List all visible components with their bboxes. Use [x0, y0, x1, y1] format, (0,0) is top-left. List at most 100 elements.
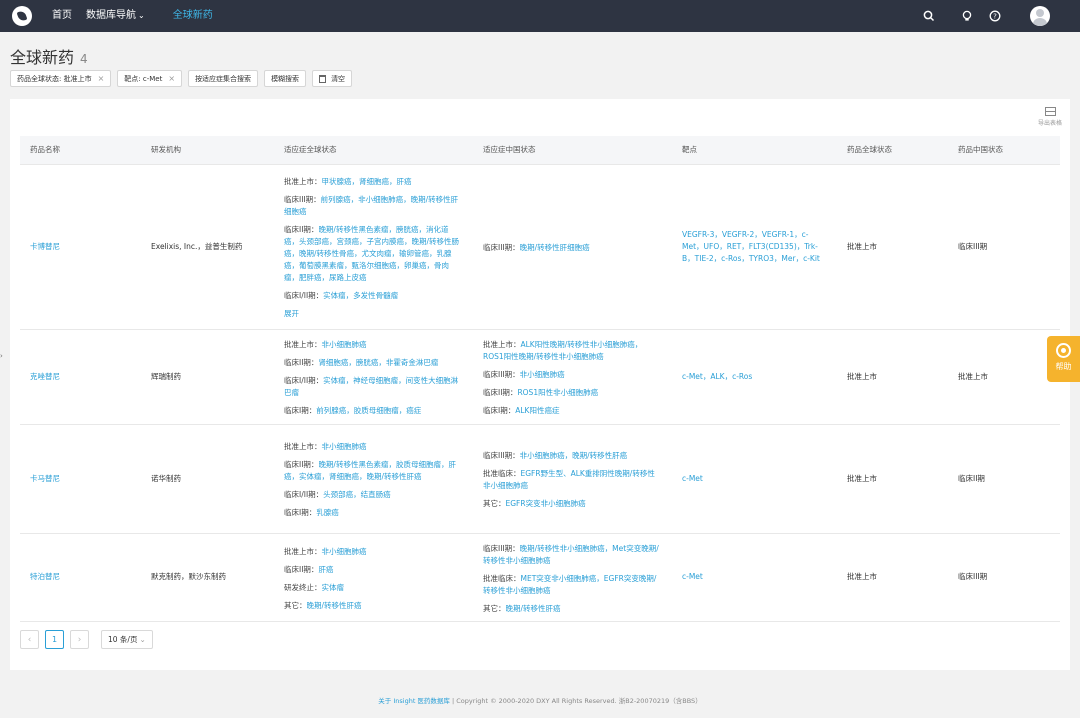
indication-link[interactable]: 非小细胞肺癌	[322, 442, 367, 451]
indication-link[interactable]: 实体瘤，多发性骨髓瘤	[323, 291, 398, 300]
avatar[interactable]	[1030, 6, 1050, 26]
indication-link[interactable]: 实体瘤	[322, 583, 345, 592]
indication-link[interactable]: 晚期/转移性肝细胞癌	[520, 243, 590, 252]
column-header[interactable]: 药品名称	[20, 136, 141, 165]
page-size-select[interactable]: 10 条/页 ⌄	[101, 630, 153, 649]
help-label: 帮助	[1055, 362, 1072, 371]
indication-link[interactable]: 头颈部癌，结直肠癌	[323, 490, 391, 499]
column-header[interactable]: 适应症全球状态	[274, 136, 473, 165]
status-entry: 临床II期：晚期/转移性黑色素瘤，胶质母细胞瘤，肝癌，实体瘤，肾细胞癌，晚期/转…	[284, 460, 456, 481]
prev-page-button[interactable]: ‹	[20, 630, 39, 649]
drug-name-link[interactable]: 特泊替尼	[30, 572, 60, 581]
results-card: 导出表格 药品名称 研发机构 适应症全球状态 适应症中国状态 靶点 药品全球状态…	[10, 99, 1070, 670]
indication-link[interactable]: ROS1阳性非小细胞肺癌	[517, 388, 598, 397]
pagination: ‹ 1 › 10 条/页 ⌄	[20, 630, 153, 649]
indication-link[interactable]: 乳腺癌	[316, 508, 339, 517]
filter-chip-label: 药品全球状态: 批准上市	[17, 74, 92, 83]
research-org: 诺华制药	[141, 424, 274, 534]
nav-db-navigation[interactable]: 数据库导航 ⌄	[86, 0, 145, 32]
target-links[interactable]: c-Met，ALK，c-Ros	[682, 372, 752, 381]
filter-bar: 药品全球状态: 批准上市 × 靶点: c-Met × 按适应症集合搜索 模糊搜索…	[10, 70, 358, 87]
nav-db-navigation-label: 数据库导航	[86, 10, 136, 21]
indication-link[interactable]: 非小细胞肺癌，晚期/转移性肝癌	[520, 451, 628, 460]
clear-button[interactable]: 清空	[312, 70, 353, 87]
indication-link[interactable]: 非小细胞肺癌	[322, 547, 367, 556]
table-row: 克唑替尼 辉瑞制药 批准上市：非小细胞肺癌 临床II期：肾细胞癌，膀胱癌，非霍奇…	[20, 329, 1060, 425]
china-status: 临床III期	[948, 164, 1060, 330]
chevron-down-icon: ⌄	[138, 11, 145, 20]
indication-link[interactable]: EGFR突变非小细胞肺癌	[506, 499, 586, 508]
status-entry: 其它：晚期/转移性肝癌	[284, 600, 362, 610]
indication-link[interactable]: 晚期/转移性肝癌	[307, 601, 362, 610]
status-entry: 批准上市：ALK阳性晚期/转移性非小细胞肺癌，ROS1阳性晚期/转移性非小细胞肺…	[483, 340, 643, 361]
status-entry: 批准临床：MET突变非小细胞肺癌，EGFR突变晚期/转移性非小细胞肺癌	[483, 573, 657, 595]
export-table-label: 导出表格	[1037, 120, 1062, 127]
column-header[interactable]: 适应症中国状态	[473, 136, 672, 165]
copyright-text: | Copyright © 2000-2020 DXY All Rights R…	[452, 697, 702, 705]
target-links[interactable]: VEGFR-3，VEGFR-2，VEGFR-1，c-Met，UFO，RET，FL…	[682, 230, 820, 263]
filter-chip-target[interactable]: 靶点: c-Met ×	[117, 70, 183, 87]
global-status: 批准上市	[837, 164, 948, 330]
indication-link[interactable]: 非小细胞肺癌	[520, 370, 565, 379]
next-page-button[interactable]: ›	[70, 630, 89, 649]
status-entry: 批准上市：甲状腺癌，肾细胞癌，肝癌	[284, 177, 412, 186]
column-header[interactable]: 药品中国状态	[948, 136, 1060, 165]
logo-icon[interactable]	[12, 6, 32, 26]
result-count: 4	[80, 52, 88, 66]
indication-link[interactable]: 前列腺癌，胶质母细胞瘤，癌症	[316, 406, 421, 415]
about-link[interactable]: 关于 Insight 医药数据库	[378, 697, 450, 705]
column-header[interactable]: 研发机构	[141, 136, 274, 165]
indication-set-search-button[interactable]: 按适应症集合搜索	[188, 70, 259, 87]
lightbulb-icon[interactable]	[960, 9, 974, 23]
status-entry: 批准上市：非小细胞肺癌	[284, 340, 367, 349]
indication-link[interactable]: 肝癌	[318, 565, 333, 574]
top-navbar: 首页 数据库导航 ⌄ 全球新药 ?	[0, 0, 1080, 32]
expand-link[interactable]: 展开	[284, 309, 299, 318]
help-button[interactable]: 帮助	[1047, 336, 1080, 382]
global-status: 批准上市	[837, 533, 948, 622]
drug-name-link[interactable]: 克唑替尼	[30, 372, 60, 381]
table-row: 卡马替尼 诺华制药 批准上市：非小细胞肺癌 临床II期：晚期/转移性黑色素瘤，胶…	[20, 424, 1060, 534]
status-entry: 其它：EGFR突变非小细胞肺癌	[483, 499, 586, 508]
status-entry: 临床III期：晚期/转移性非小细胞肺癌，Met突变晚期/转移性非小细胞肺癌	[483, 543, 659, 565]
filter-chip-global-status[interactable]: 药品全球状态: 批准上市 ×	[10, 70, 112, 87]
research-org: Exelixis, Inc.，益普生制药	[141, 164, 274, 330]
indication-link[interactable]: 甲状腺癌，肾细胞癌，肝癌	[322, 177, 412, 186]
status-entry: 临床I/II期：头颈部癌，结直肠癌	[284, 490, 391, 499]
status-entry: 批准上市：非小细胞肺癌	[284, 546, 367, 556]
indication-link[interactable]: 肾细胞癌，膀胱癌，非霍奇金淋巴瘤	[318, 358, 438, 367]
export-table-button[interactable]: 导出表格	[1030, 107, 1070, 127]
page-title-text: 全球新药	[10, 48, 75, 67]
close-icon[interactable]: ×	[168, 74, 175, 83]
status-entry: 临床I/II期：实体瘤，神经母细胞瘤，间变性大细胞淋巴瘤	[284, 376, 459, 397]
clear-button-label: 清空	[331, 74, 346, 83]
sidebar-expand-icon[interactable]: ›	[0, 352, 6, 364]
close-icon[interactable]: ×	[98, 74, 105, 83]
status-entry: 其它：晚期/转移性肝癌	[483, 603, 561, 613]
page-1-button[interactable]: 1	[45, 630, 64, 649]
help-ring-icon	[1056, 343, 1071, 358]
fuzzy-search-button[interactable]: 模糊搜索	[264, 70, 307, 87]
indication-link[interactable]: 非小细胞肺癌	[322, 340, 367, 349]
status-entry: 临床III期：晚期/转移性肝细胞癌	[483, 243, 590, 252]
svg-text:?: ?	[993, 13, 997, 21]
column-header[interactable]: 药品全球状态	[837, 136, 948, 165]
table-row: 卡博替尼 Exelixis, Inc.，益普生制药 批准上市：甲状腺癌，肾细胞癌…	[20, 164, 1060, 330]
status-entry: 临床III期：非小细胞肺癌，晚期/转移性肝癌	[483, 451, 628, 460]
page-title: 全球新药 4	[10, 44, 88, 68]
nav-global-new-drugs[interactable]: 全球新药	[173, 0, 213, 32]
help-circle-icon[interactable]: ?	[988, 9, 1002, 23]
status-entry: 临床I期：ALK阳性癌症	[483, 406, 560, 415]
drug-name-link[interactable]: 卡博替尼	[30, 242, 60, 251]
status-entry: 批准临床：EGFR野生型、ALK重排阴性晚期/转移性非小细胞肺癌	[483, 469, 655, 490]
target-links[interactable]: c-Met	[682, 572, 703, 581]
indication-link[interactable]: 晚期/转移性肝癌	[506, 604, 561, 613]
china-status: 临床III期	[948, 533, 1060, 622]
column-header[interactable]: 靶点	[672, 136, 837, 165]
search-icon[interactable]	[922, 9, 936, 23]
drug-name-link[interactable]: 卡马替尼	[30, 474, 60, 483]
indication-link[interactable]: ALK阳性癌症	[515, 406, 559, 415]
global-status: 批准上市	[837, 424, 948, 534]
nav-home[interactable]: 首页	[52, 0, 72, 32]
target-links[interactable]: c-Met	[682, 474, 703, 483]
